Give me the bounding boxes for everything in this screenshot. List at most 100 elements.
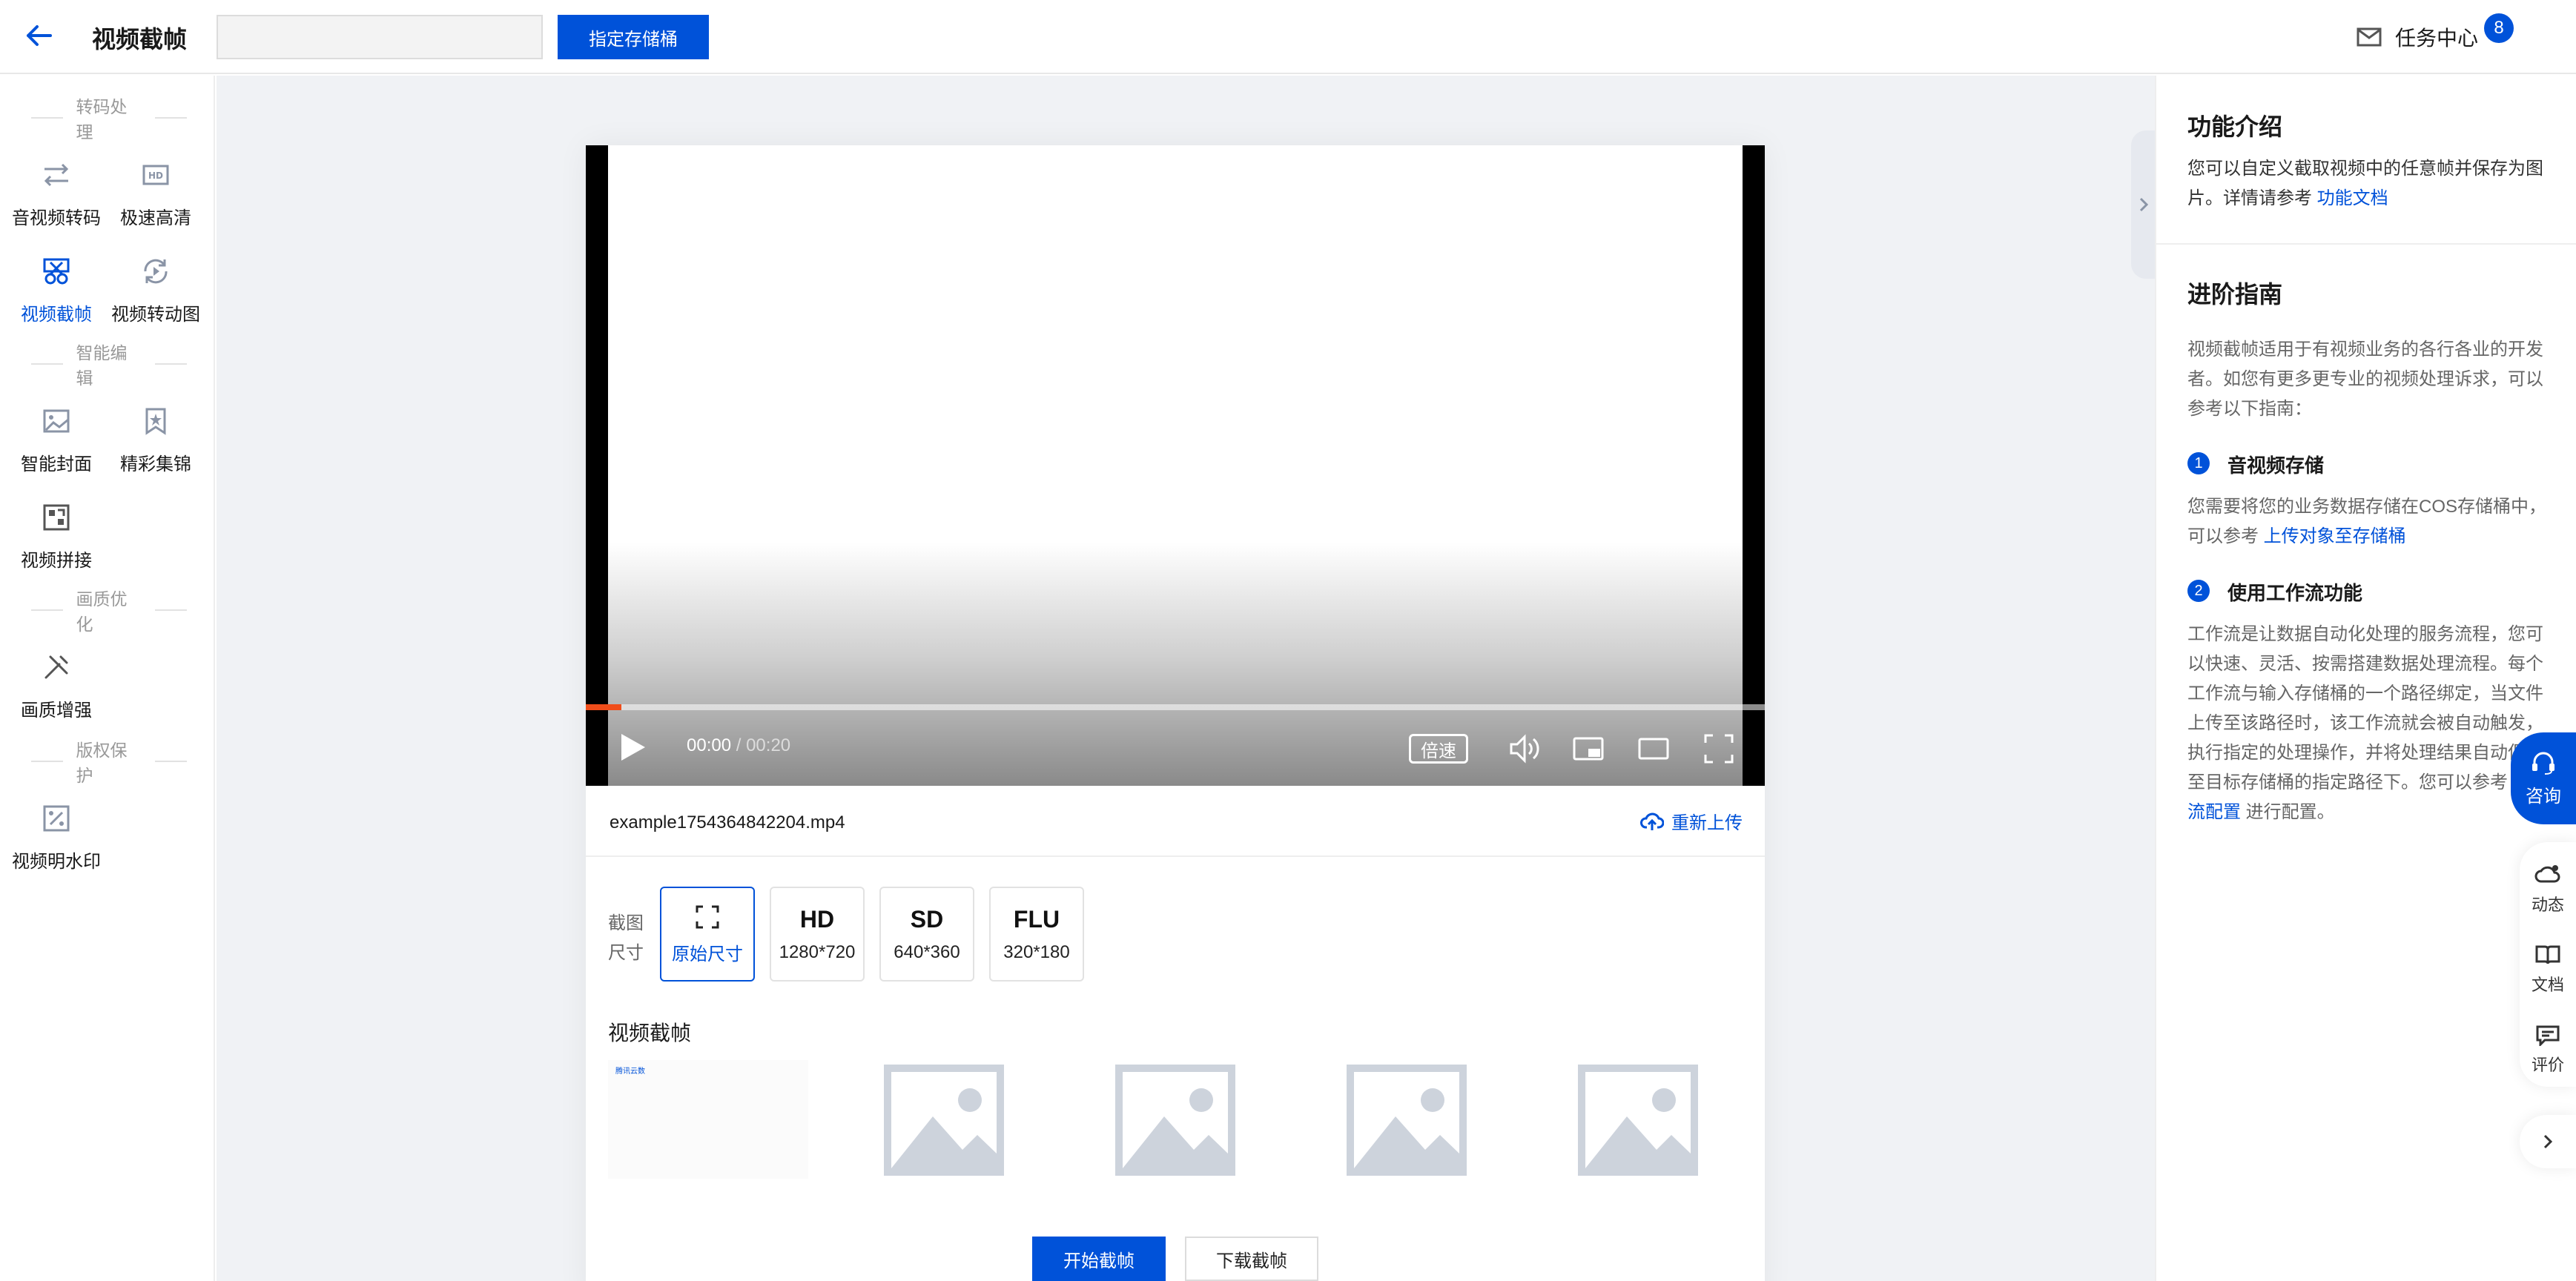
sidebar-item-transcode[interactable]: 音视频转码	[4, 153, 108, 234]
picture-in-picture-icon[interactable]	[1572, 732, 1605, 769]
duration: 00:20	[746, 735, 791, 755]
reupload-link[interactable]: 重新上传	[1640, 808, 1743, 834]
cloud-notification-icon	[2534, 865, 2560, 883]
task-center-link[interactable]: 任务中心	[2357, 22, 2478, 52]
sidebar-section-title: 转码处理	[18, 97, 200, 142]
step-body: 工作流是让数据自动化处理的服务流程，您可以快速、灵活、按需搭建数据处理流程。每个…	[2187, 624, 2543, 792]
size-option-subtitle: 640*360	[894, 941, 960, 962]
intro-title: 功能介绍	[2187, 113, 2283, 140]
splice-icon	[43, 504, 70, 531]
sidebar-item-label: 画质增强	[21, 701, 92, 721]
frame-capture-card: 00:00 / 00:20 倍速 example1754364842204.mp…	[586, 145, 1765, 1281]
guide-text: 视频截帧适用于有视频业务的各行各业的开发者。如您有更多更专业的视频处理诉求，可以…	[2187, 340, 2543, 419]
sidebar-section-title: 智能编辑	[18, 343, 200, 388]
back-arrow-icon[interactable]	[22, 18, 55, 53]
tools-icon	[44, 655, 68, 679]
sidebar-item-highlights[interactable]: 精彩集锦	[104, 399, 208, 480]
size-option-flu[interactable]: FLU 320*180	[989, 887, 1084, 982]
step-tail: 进行配置。	[2245, 802, 2335, 822]
step-text: 您需要将您的业务数据存储在COS存储桶中，可以参考 上传对象至存储桶	[2187, 492, 2558, 552]
consult-button[interactable]: 咨询	[2511, 732, 2576, 824]
start-capture-button[interactable]: 开始截帧	[1032, 1237, 1166, 1281]
sidebar-item-watermark[interactable]: 视频明水印	[4, 796, 108, 878]
bucket-input[interactable]	[217, 15, 543, 59]
frames-title: 视频截帧	[608, 1022, 692, 1045]
play-icon[interactable]	[618, 731, 648, 767]
progress-bar[interactable]	[586, 704, 1765, 710]
image-icon	[43, 409, 70, 433]
function-doc-link[interactable]: 功能文档	[2317, 188, 2388, 208]
download-frames-button[interactable]: 下载截帧	[1185, 1237, 1318, 1281]
cloud-upload-icon	[1640, 812, 1664, 830]
divider	[2156, 243, 2576, 245]
size-label: 截图尺寸	[608, 913, 644, 963]
size-option-title: HD	[799, 905, 835, 933]
reupload-label: 重新上传	[1671, 813, 1743, 833]
volume-icon[interactable]	[1508, 732, 1544, 769]
size-option-subtitle: 1280*720	[779, 941, 856, 962]
main-content: 00:00 / 00:20 倍速 example1754364842204.mp…	[217, 76, 2155, 1281]
time-display: 00:00 / 00:20	[687, 735, 790, 756]
progress-fill	[586, 704, 621, 710]
sidebar-item-label: 视频截帧	[21, 305, 92, 325]
video-player[interactable]: 00:00 / 00:20 倍速	[586, 145, 1765, 786]
size-option-subtitle: 320*180	[1003, 941, 1070, 962]
step-number: 2	[2187, 580, 2210, 602]
sidebar-item-label: 视频转动图	[111, 305, 200, 325]
size-option-sd[interactable]: SD 640*360	[879, 887, 974, 982]
consult-label: 咨询	[2526, 786, 2561, 807]
fullscreen-icon[interactable]	[1703, 732, 1735, 769]
frame-thumbnail[interactable]: 腾讯云数	[608, 1060, 808, 1179]
guide-title: 进阶指南	[2187, 281, 2283, 308]
tool-label: 动态	[2531, 896, 2564, 914]
bookmark-star-icon	[145, 408, 166, 435]
sidebar-item-video-splice[interactable]: 视频拼接	[4, 495, 108, 577]
video-viewport[interactable]	[608, 145, 1743, 786]
sidebar-section-title: 画质优化	[18, 589, 200, 634]
scissors-icon	[43, 258, 70, 285]
size-option-title: FLU	[1013, 905, 1060, 933]
step-text: 工作流是让数据自动化处理的服务流程，您可以快速、灵活、按需搭建数据处理流程。每个…	[2187, 620, 2558, 827]
file-name: example1754364842204.mp4	[610, 812, 845, 833]
task-center-label: 任务中心	[2395, 27, 2479, 50]
comment-icon	[2536, 1025, 2560, 1046]
tool-label: 文档	[2531, 976, 2564, 994]
step-number: 1	[2187, 452, 2210, 474]
time-separator: /	[731, 735, 747, 755]
intro-text: 您可以自定义截取视频中的任意帧并保存为图片。详情请参考 功能文档	[2187, 154, 2558, 214]
upload-object-link[interactable]: 上传对象至存储桶	[2264, 526, 2406, 546]
specify-bucket-button[interactable]: 指定存储桶	[558, 15, 709, 59]
step-title: 使用工作流功能	[2227, 582, 2363, 604]
image-placeholder-icon	[1578, 1065, 1698, 1176]
tool-feedback[interactable]: 评价	[2520, 1014, 2576, 1085]
image-placeholder-icon	[1347, 1065, 1467, 1176]
tool-dynamics[interactable]: 动态	[2520, 854, 2576, 925]
sidebar-item-video-frame[interactable]: 视频截帧	[4, 249, 108, 331]
sidebar-item-gif-convert[interactable]: 视频转动图	[104, 249, 208, 331]
speed-button[interactable]: 倍速	[1409, 734, 1468, 764]
sidebar: 转码处理 音视频转码 HD 极速高清 视频截帧 视频转动图 智能编辑 智能封面 …	[0, 76, 215, 1281]
gif-convert-icon	[144, 259, 168, 284]
sidebar-item-label: 极速高清	[120, 208, 191, 228]
sidebar-item-label: 音视频转码	[12, 208, 101, 228]
transcode-icon	[44, 163, 69, 187]
collapse-panel-button[interactable]	[2131, 130, 2156, 279]
size-option-hd[interactable]: HD 1280*720	[770, 887, 865, 982]
top-header: 视频截帧 指定存储桶 任务中心 8	[0, 0, 2576, 74]
size-option-original[interactable]: 原始尺寸	[660, 887, 755, 982]
tool-label: 评价	[2531, 1056, 2564, 1074]
sidebar-item-smart-cover[interactable]: 智能封面	[4, 399, 108, 480]
task-count-badge: 8	[2484, 13, 2514, 43]
sidebar-item-fast-hd[interactable]: HD 极速高清	[104, 153, 208, 234]
widescreen-icon[interactable]	[1637, 732, 1670, 769]
size-option-title: SD	[910, 905, 944, 933]
chevron-right-icon	[2139, 197, 2149, 212]
image-placeholder-icon	[884, 1065, 1004, 1176]
sidebar-item-label: 智能封面	[21, 454, 92, 474]
expand-tools-button[interactable]	[2520, 1115, 2576, 1168]
step-title: 音视频存储	[2227, 454, 2325, 477]
hd-icon: HD	[142, 165, 169, 185]
sidebar-item-quality-enhance[interactable]: 画质增强	[4, 645, 108, 726]
tool-docs[interactable]: 文档	[2520, 934, 2576, 1005]
floating-tool-panel: 动态 文档 评价	[2520, 842, 2576, 1087]
